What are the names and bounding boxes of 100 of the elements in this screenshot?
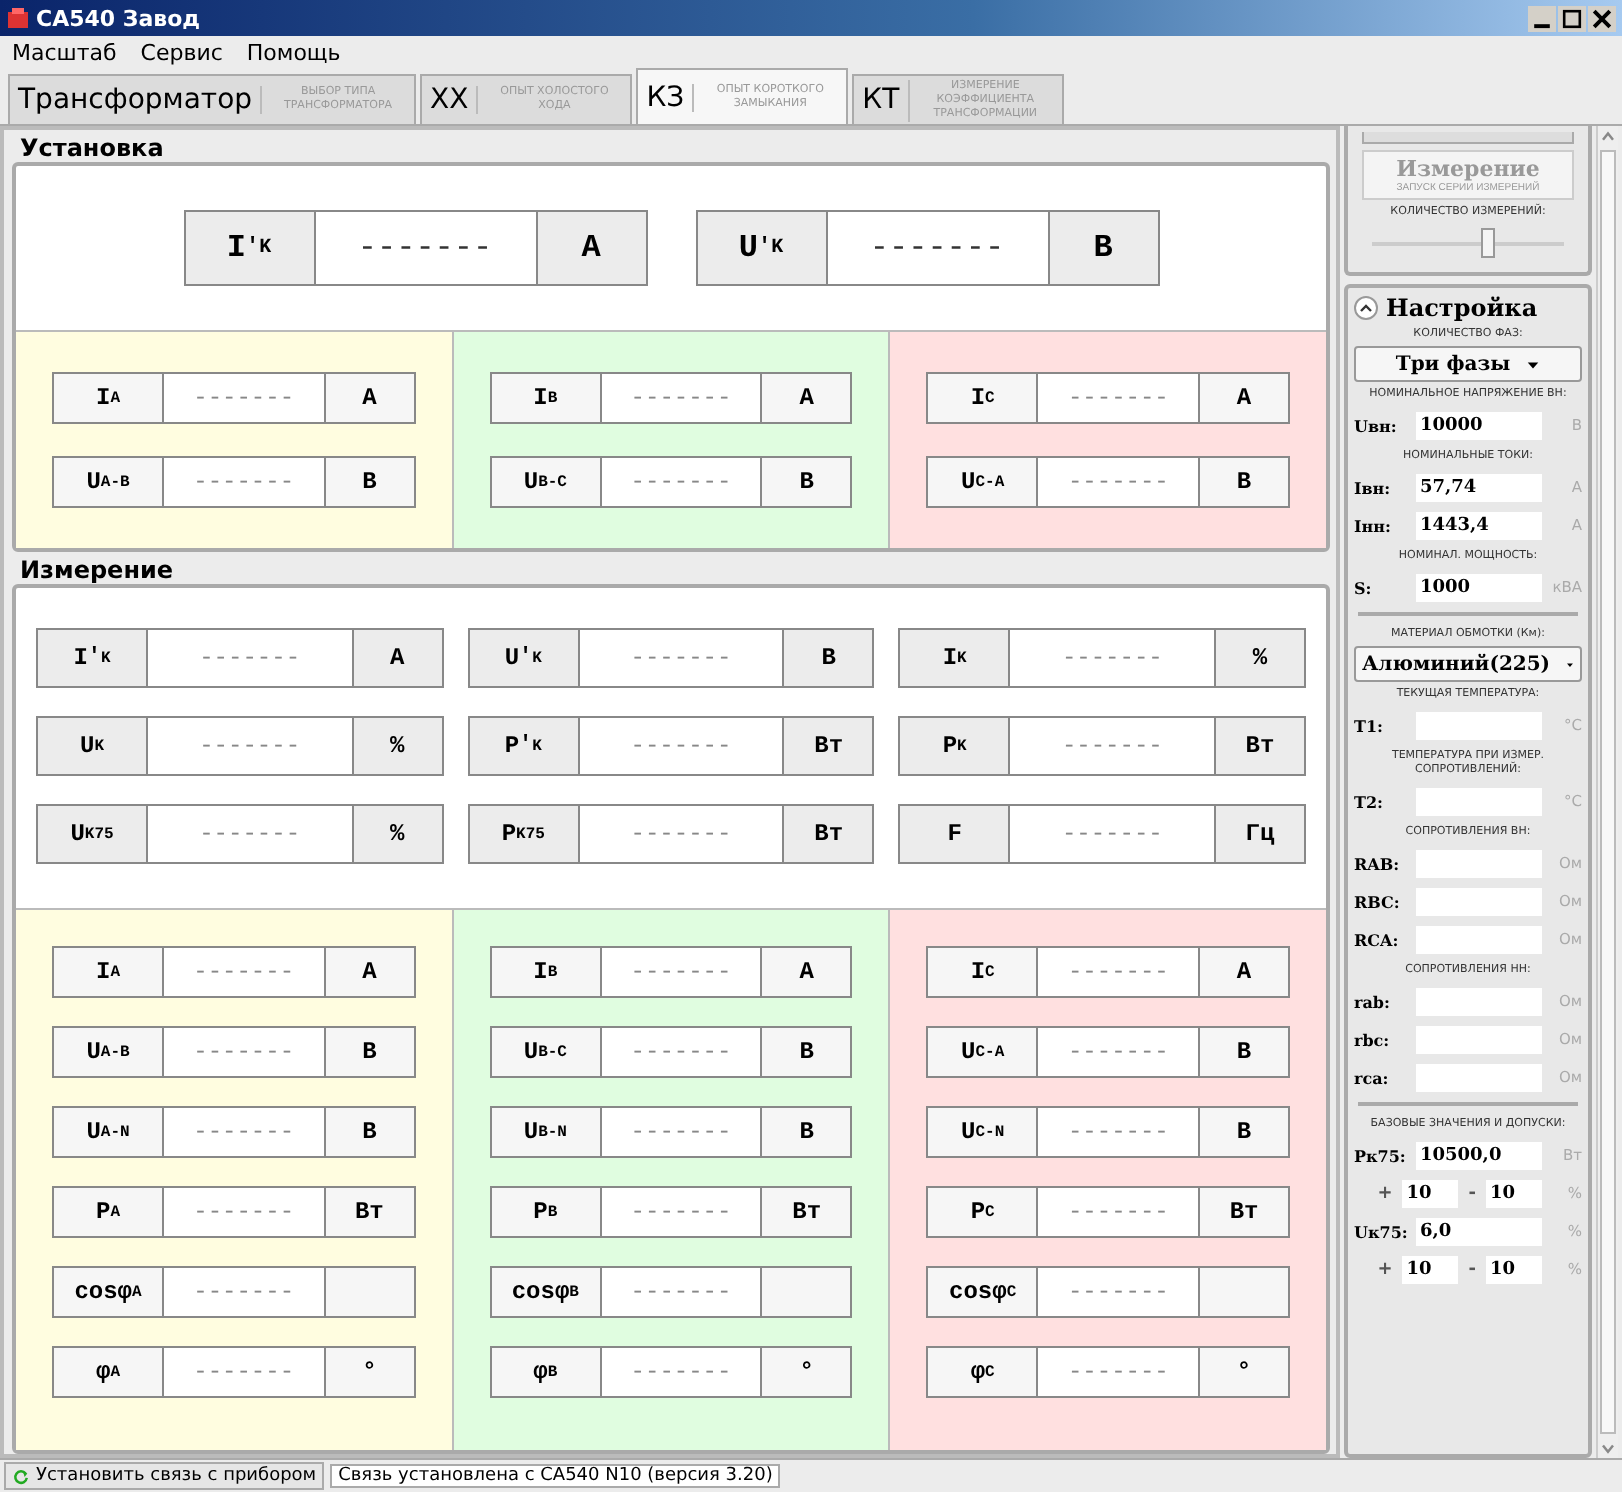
unit-cell: В: [1200, 1028, 1289, 1076]
field-label: rab:: [1354, 991, 1392, 1011]
unit-cell: В: [762, 1108, 851, 1156]
unit-cell-text: Гц: [1243, 818, 1277, 852]
field-label: Uвн:: [1354, 415, 1399, 435]
scroll-up-icon[interactable]: [1598, 126, 1618, 146]
unit-cell: Вт: [1200, 1188, 1289, 1236]
button[interactable]: [1362, 132, 1574, 144]
value-cell: -------: [601, 374, 763, 422]
unit-cell: А: [325, 374, 414, 422]
field-label: rca:: [1354, 1067, 1391, 1087]
input-field[interactable]: 10: [1486, 1179, 1542, 1207]
maximize-icon[interactable]: [1558, 5, 1586, 31]
value-cell: -------: [601, 1028, 763, 1076]
unit-cell-text: А: [388, 642, 407, 676]
value-cell: -------: [579, 806, 785, 862]
value-cell: -------: [827, 212, 1049, 284]
value-cell: -------: [1038, 1028, 1201, 1076]
value-cell: -------: [164, 1108, 326, 1156]
connect-button[interactable]: Установить связь с прибором: [4, 1462, 325, 1490]
field-label: T1:: [1354, 715, 1385, 735]
value-cell: -------: [148, 630, 354, 686]
window-title: СА540 Завод: [36, 5, 201, 31]
close-icon[interactable]: [1588, 5, 1616, 31]
field-label: Pк75:: [1354, 1145, 1408, 1165]
input-field[interactable]: 10: [1402, 1255, 1459, 1283]
value-cell: -------: [148, 806, 354, 862]
field-label: Uк75:: [1354, 1221, 1410, 1241]
unit-cell: В: [1200, 1108, 1289, 1156]
minus-label: -: [1466, 1259, 1478, 1279]
unit-cell: Вт: [762, 1188, 851, 1236]
dropdown[interactable]: Алюминий(225): [1354, 646, 1582, 682]
unit-cell: В: [325, 1028, 414, 1076]
unit-cell: °: [1200, 1348, 1289, 1396]
unit-cell: °: [325, 1348, 414, 1396]
field-label: T2:: [1354, 791, 1385, 811]
unit-cell-text: А: [579, 228, 603, 270]
unit-cell-text: Вт: [1243, 730, 1277, 764]
unit-cell: А: [1200, 374, 1289, 422]
input-field[interactable]: 10500,0: [1416, 1141, 1542, 1169]
unit-cell-text: %: [388, 818, 407, 852]
value-cell: -------: [579, 718, 785, 774]
unit-cell: А: [1200, 948, 1289, 996]
plus-label: +: [1375, 1259, 1395, 1279]
input-field[interactable]: 1000: [1416, 573, 1542, 601]
value-cell: -------: [164, 948, 326, 996]
minimize-icon[interactable]: [1528, 5, 1556, 31]
menu-item[interactable]: Помощь: [246, 39, 341, 65]
value-cell: -------: [601, 458, 763, 506]
value-cell: -------: [1010, 806, 1216, 862]
slider-thumb[interactable]: [1480, 228, 1495, 258]
input-field[interactable]: 1443,4: [1416, 511, 1542, 539]
collapse-icon[interactable]: [1354, 296, 1378, 320]
value-cell: -------: [315, 212, 537, 284]
field-label: Iнн:: [1354, 515, 1393, 535]
field-label: rbc:: [1354, 1029, 1392, 1049]
minus-label: -: [1466, 1183, 1478, 1203]
group-title: Измерение: [20, 556, 176, 584]
unit-cell: А: [762, 948, 851, 996]
section-title: Настройка: [1386, 294, 1538, 322]
unit-cell-text: %: [1250, 642, 1270, 676]
unit-cell-text: В: [1091, 228, 1115, 270]
unit-cell-text: В: [819, 642, 838, 676]
value-cell: -------: [579, 630, 785, 686]
value-cell: -------: [148, 718, 354, 774]
field-label: RBC:: [1354, 891, 1402, 911]
input-field[interactable]: 10: [1402, 1179, 1459, 1207]
dropdown[interactable]: Три фазы: [1354, 346, 1582, 382]
unit-cell: В: [1200, 458, 1289, 506]
value-cell: -------: [601, 948, 763, 996]
caret-icon: [1526, 357, 1541, 371]
scrollbar[interactable]: [1596, 126, 1618, 1458]
value-cell: -------: [164, 1348, 326, 1396]
app-icon: [6, 6, 30, 30]
status-message: Связь установлена с СА540 N10 (версия 3.20): [330, 1464, 781, 1488]
value-cell: -------: [1038, 1268, 1201, 1316]
value-cell: -------: [601, 1108, 763, 1156]
unit-cell: А: [762, 374, 851, 422]
plus-label: +: [1375, 1183, 1395, 1203]
input-field[interactable]: 57,74: [1416, 473, 1542, 501]
unit-cell-text: %: [388, 730, 407, 764]
unit-cell: В: [325, 1108, 414, 1156]
value-cell: -------: [1038, 1108, 1201, 1156]
input-field[interactable]: 10000: [1416, 411, 1542, 439]
value-cell: -------: [1038, 948, 1201, 996]
value-cell: -------: [1038, 458, 1201, 506]
unit-cell: Вт: [325, 1188, 414, 1236]
value-cell: -------: [164, 1188, 326, 1236]
field-label: Iвн:: [1354, 477, 1393, 497]
menu-item[interactable]: Сервис: [140, 39, 223, 65]
value-cell: -------: [1038, 374, 1201, 422]
input-field[interactable]: 10: [1486, 1255, 1542, 1283]
value-cell: -------: [1010, 718, 1216, 774]
value-cell: -------: [601, 1348, 763, 1396]
unit-cell-text: Вт: [812, 730, 846, 764]
field-label: RAB:: [1354, 853, 1402, 873]
menu-item[interactable]: Масштаб: [12, 39, 117, 65]
input-field[interactable]: 6,0: [1416, 1217, 1542, 1245]
value-cell: -------: [601, 1268, 763, 1316]
unit-cell: В: [325, 458, 414, 506]
